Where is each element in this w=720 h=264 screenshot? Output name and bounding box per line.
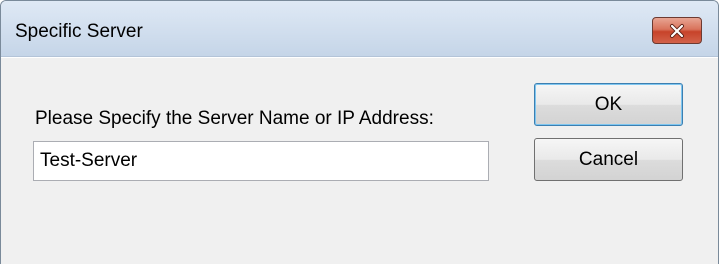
cancel-button[interactable]: Cancel — [534, 138, 683, 181]
server-name-input[interactable] — [33, 141, 489, 181]
title-bar[interactable]: Specific Server — [1, 1, 718, 57]
ok-button[interactable]: OK — [534, 83, 683, 126]
specific-server-dialog: Specific Server Please Specify the Serve… — [0, 0, 719, 264]
close-button[interactable] — [652, 17, 702, 44]
close-icon — [670, 23, 684, 38]
dialog-body: Please Specify the Server Name or IP Add… — [1, 57, 718, 264]
server-prompt-label: Please Specify the Server Name or IP Add… — [35, 108, 434, 129]
window-title: Specific Server — [15, 21, 143, 42]
